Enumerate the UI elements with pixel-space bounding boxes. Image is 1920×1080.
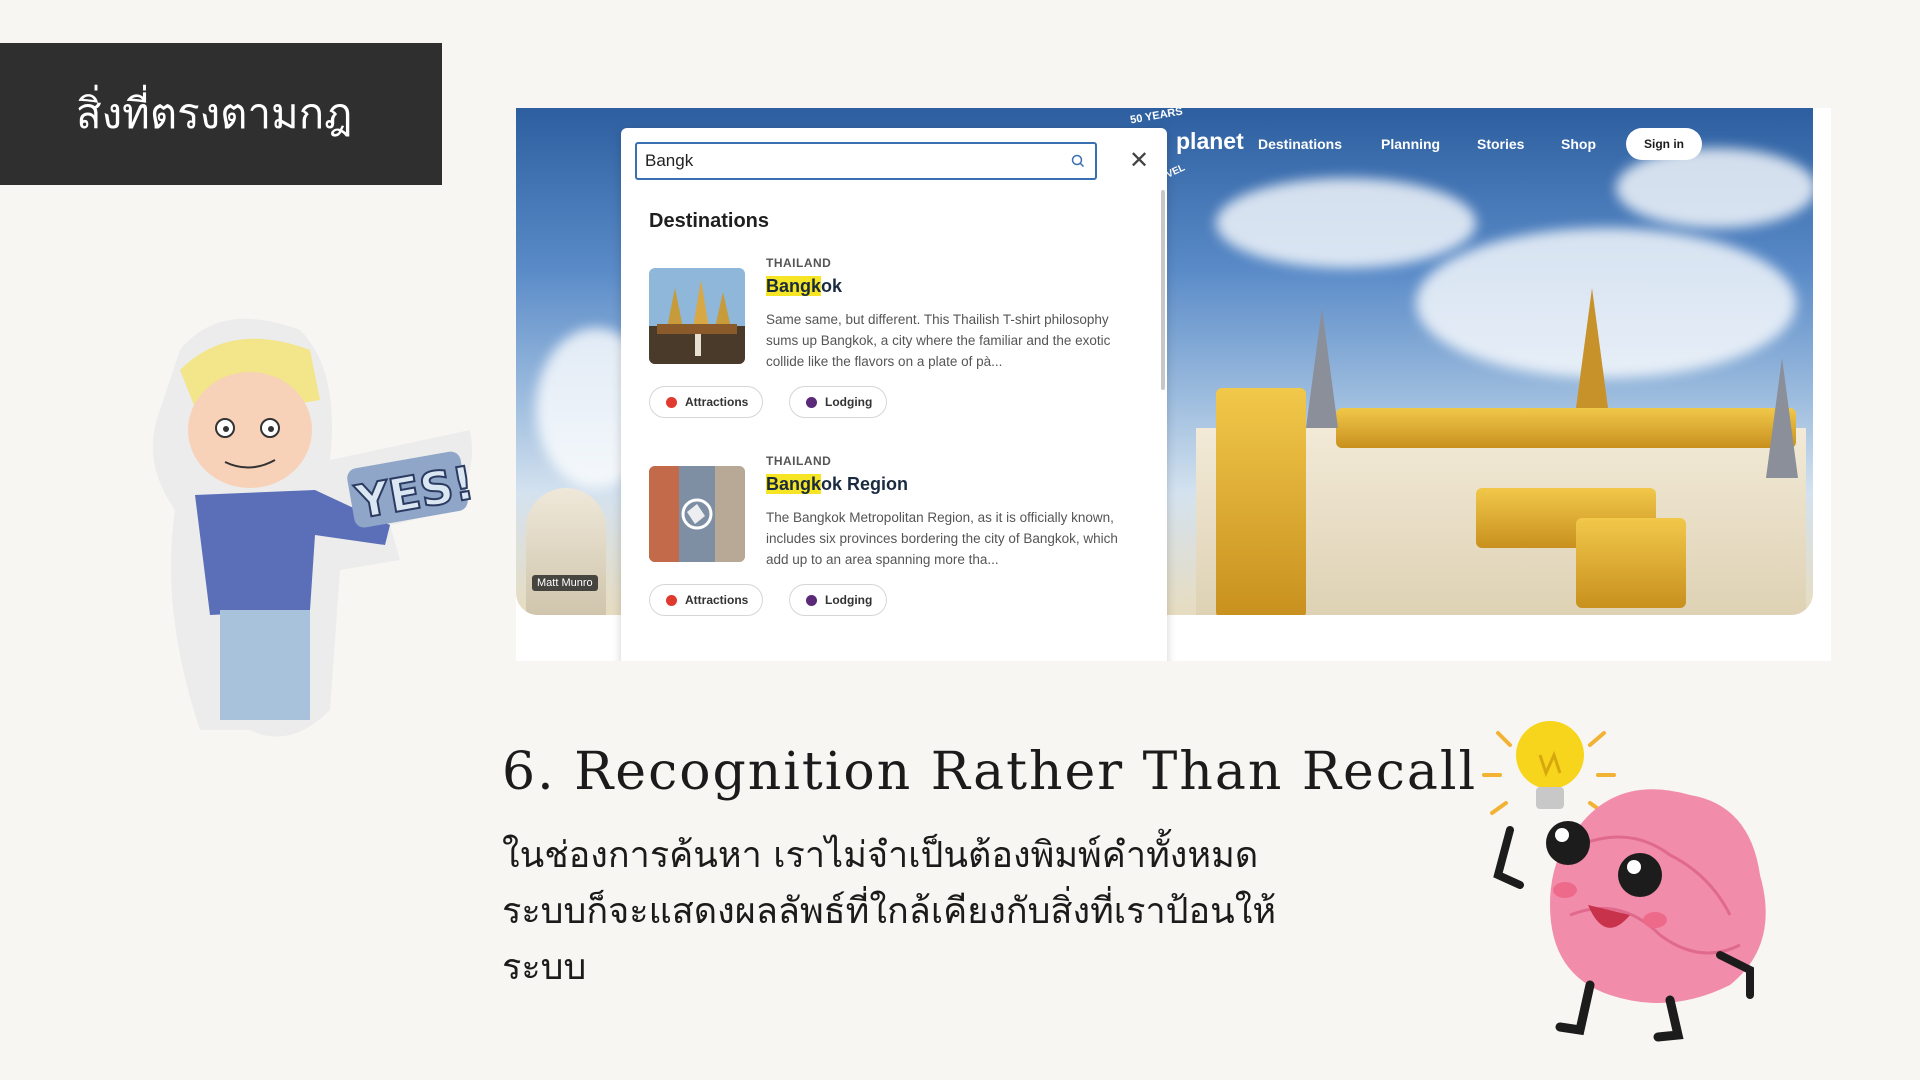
slide-heading: 6. Recognition Rather Than Recall bbox=[502, 742, 1478, 802]
nav-stories[interactable]: Stories bbox=[1477, 136, 1524, 152]
attractions-icon bbox=[666, 594, 677, 606]
cartoon-boy-yes-illustration: YES! bbox=[152, 318, 479, 737]
result-description: The Bangkok Metropolitan Region, as it i… bbox=[766, 510, 1118, 567]
chip-label: Lodging bbox=[825, 593, 873, 607]
lodging-icon bbox=[806, 396, 817, 408]
body-line: ในช่องการค้นหา เราไม่จำเป็นต้องพิมพ์คำทั… bbox=[502, 835, 1259, 876]
chip-label: Lodging bbox=[825, 395, 873, 409]
search-input[interactable] bbox=[643, 144, 1047, 178]
result-country: THAILAND bbox=[766, 256, 832, 270]
chip-attractions[interactable]: Attractions bbox=[649, 584, 764, 616]
result-name: Bangkok Region bbox=[766, 474, 908, 495]
sign-in-button[interactable]: Sign in bbox=[1626, 128, 1702, 160]
chip-label: Attractions bbox=[685, 593, 749, 607]
chip-attractions[interactable]: Attractions bbox=[649, 386, 764, 418]
result-name: Bangkok bbox=[766, 276, 842, 297]
scrollbar[interactable] bbox=[1161, 190, 1165, 390]
slide-title-box: สิ่งที่ตรงตามกฎ bbox=[0, 43, 442, 185]
search-icon[interactable] bbox=[1071, 154, 1085, 168]
brain-lightbulb-illustration bbox=[1482, 721, 1766, 1042]
photo-credit: Matt Munro bbox=[532, 575, 598, 591]
slide-title: สิ่งที่ตรงตามกฎ bbox=[76, 89, 353, 138]
result-name-match: Bangk bbox=[766, 474, 822, 494]
body-line: ระบบก็จะแสดงผลลัพธ์ที่ใกล้เคียงกับสิ่งที… bbox=[502, 891, 1277, 932]
website-screenshot: Matt Munro 50 YEARS VEL planet Destinati… bbox=[516, 108, 1831, 661]
nav-destinations[interactable]: Destinations bbox=[1258, 136, 1342, 152]
close-icon[interactable]: ✕ bbox=[1129, 149, 1149, 173]
search-dropdown: ✕ Destinations THAILAND Bangkok Same sam… bbox=[621, 128, 1167, 661]
result-country: THAILAND bbox=[766, 454, 832, 468]
nav-shop[interactable]: Shop bbox=[1561, 136, 1596, 152]
nav-planning[interactable]: Planning bbox=[1381, 136, 1440, 152]
result-name-rest: ok Region bbox=[821, 474, 909, 494]
logo-years: 50 YEARS bbox=[1129, 108, 1184, 127]
site-logo[interactable]: planet bbox=[1176, 128, 1244, 155]
result-description: Same same, but different. This Thailish … bbox=[766, 312, 1111, 369]
logo-sub: VEL bbox=[1164, 162, 1187, 181]
section-title: Destinations bbox=[649, 210, 770, 232]
result-thumbnail bbox=[649, 268, 745, 364]
slide-body: ในช่องการค้นหา เราไม่จำเป็นต้องพิมพ์คำทั… bbox=[502, 828, 1382, 996]
attractions-icon bbox=[666, 396, 677, 408]
result-thumbnail bbox=[649, 466, 745, 562]
search-field[interactable] bbox=[635, 142, 1097, 180]
result-name-match: Bangk bbox=[766, 276, 822, 296]
chip-lodging[interactable]: Lodging bbox=[789, 386, 888, 418]
lodging-icon bbox=[806, 594, 817, 606]
chip-lodging[interactable]: Lodging bbox=[789, 584, 888, 616]
result-name-rest: ok bbox=[821, 276, 843, 296]
chip-label: Attractions bbox=[685, 395, 749, 409]
body-line: ระบบ bbox=[502, 947, 587, 988]
